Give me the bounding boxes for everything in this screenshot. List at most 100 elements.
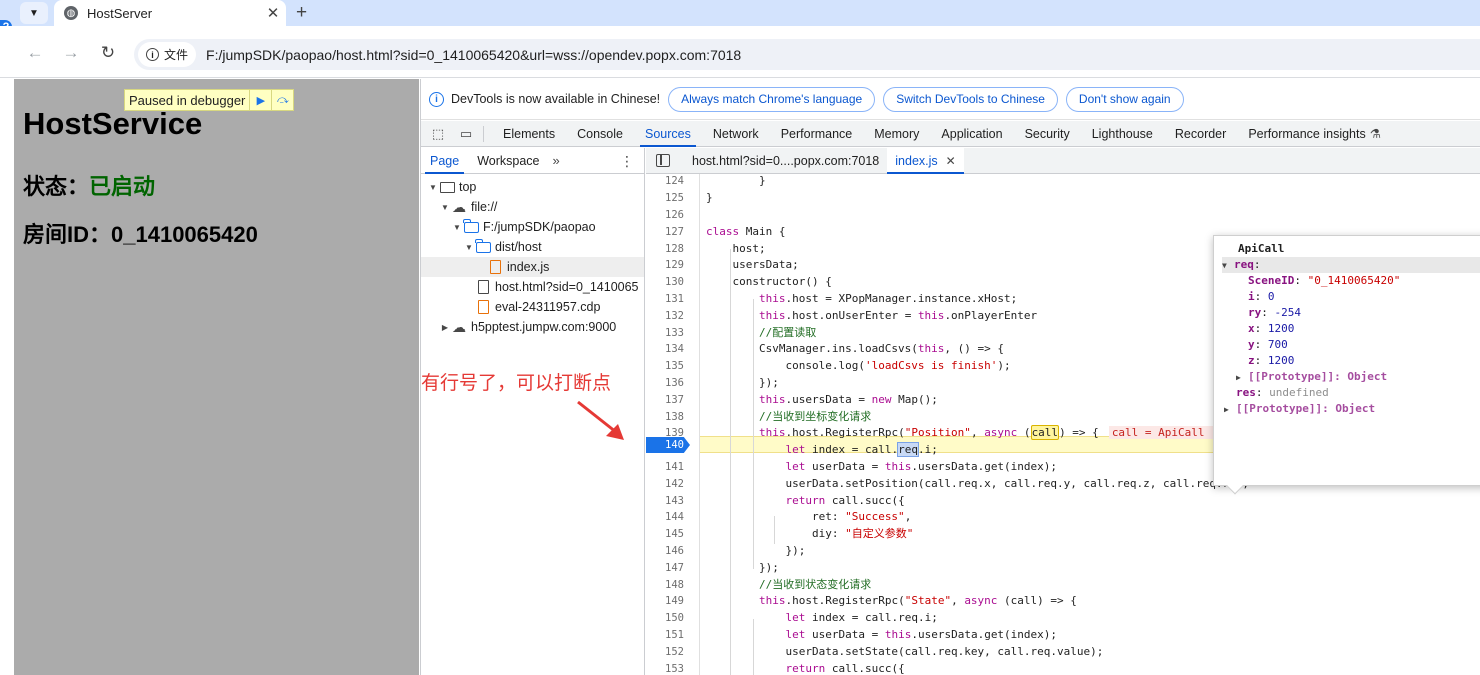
editor-tab-host-html[interactable]: host.html?sid=0....popx.com:7018 <box>684 148 887 174</box>
browser-toolbar: ← → ↻ i 文件 F:/jumpSDK/paopao/host.html?s… <box>0 26 1480 78</box>
line-number[interactable]: 130 <box>646 274 684 291</box>
site-info-chip[interactable]: i 文件 <box>138 42 197 67</box>
new-tab-button[interactable]: + <box>296 2 307 24</box>
resume-button[interactable]: ▶︎ <box>249 90 271 110</box>
navigator-tabs: Page Workspace » ⋮ <box>421 148 644 174</box>
line-number[interactable]: 135 <box>646 358 684 375</box>
switch-chinese-button[interactable]: Switch DevTools to Chinese <box>883 86 1058 112</box>
tab-memory[interactable]: Memory <box>863 121 930 147</box>
tree-node-folder-dist-host[interactable]: ▼ dist/host <box>421 237 644 257</box>
match-language-button[interactable]: Always match Chrome's language <box>668 86 876 112</box>
code-line: let userData = this.usersData.get(index)… <box>785 628 1058 641</box>
language-infobar: i DevTools is now available in Chinese! … <box>421 79 1480 120</box>
file-icon <box>475 280 491 294</box>
line-number[interactable]: 147 <box>646 560 684 577</box>
tree-node-index-js[interactable]: index.js <box>421 257 644 277</box>
inspect-element-icon[interactable]: ⬚ <box>427 125 449 143</box>
line-number[interactable]: 126 <box>646 207 684 224</box>
resume-icon: ▶︎ <box>256 94 266 107</box>
breakpoint-marker[interactable]: 140 <box>646 437 690 453</box>
infobar-message: DevTools is now available in Chinese! <box>451 92 661 106</box>
nav-tab-workspace[interactable]: Workspace <box>468 148 548 174</box>
line-number[interactable]: 132 <box>646 308 684 325</box>
step-over-button[interactable]: ⤼ <box>271 90 293 110</box>
editor-tab-index-js[interactable]: index.js ✕ <box>887 147 965 174</box>
line-number[interactable]: 150 <box>646 610 684 627</box>
tree-node-top[interactable]: ▼ top <box>421 177 644 197</box>
file-icon <box>487 260 503 274</box>
tree-node-eval-cdp[interactable]: eval-24311957.cdp <box>421 297 644 317</box>
more-tabs-icon[interactable]: » <box>553 153 560 168</box>
tab-lighthouse[interactable]: Lighthouse <box>1081 121 1164 147</box>
cloud-icon: ☁ <box>452 319 466 335</box>
code-line: let userData = this.usersData.get(index)… <box>785 460 1058 473</box>
close-icon[interactable]: ✕ <box>946 154 956 168</box>
tab-sources[interactable]: Sources <box>634 121 702 147</box>
arrow-right-icon: → <box>62 43 80 62</box>
nav-tab-page[interactable]: Page <box>421 148 468 174</box>
line-number[interactable]: 133 <box>646 325 684 342</box>
tree-label: h5pptest.jumpw.com:9000 <box>471 320 617 334</box>
line-number[interactable]: 149 <box>646 593 684 610</box>
popover-row-prototype[interactable]: ▶ [[Prototype]]: Object <box>1222 369 1480 385</box>
cloud-icon: ☁ <box>452 199 466 215</box>
line-number[interactable]: 148 <box>646 577 684 594</box>
line-number[interactable]: 151 <box>646 627 684 644</box>
tab-performance[interactable]: Performance <box>770 121 864 147</box>
line-number[interactable]: 145 <box>646 526 684 543</box>
tree-node-host-html[interactable]: host.html?sid=0_1410065 <box>421 277 644 297</box>
code-line: usersData; <box>706 258 799 271</box>
line-number[interactable]: 129 <box>646 257 684 274</box>
line-number[interactable]: 131 <box>646 291 684 308</box>
line-number[interactable]: 144 <box>646 509 684 526</box>
dont-show-again-button[interactable]: Don't show again <box>1065 86 1184 112</box>
tab-elements[interactable]: Elements <box>492 121 566 147</box>
kebab-menu-icon[interactable]: ⋮ <box>620 153 634 170</box>
popover-row-prototype[interactable]: ▶ [[Prototype]]: Object <box>1222 401 1480 417</box>
line-number[interactable]: 152 <box>646 644 684 661</box>
line-number[interactable]: 141 <box>646 459 684 476</box>
line-number[interactable]: 143 <box>646 493 684 510</box>
line-number[interactable]: 136 <box>646 375 684 392</box>
line-number[interactable]: 153 <box>646 661 684 675</box>
tab-search-button[interactable]: ▼ <box>20 2 48 24</box>
tab-application[interactable]: Application <box>930 121 1013 147</box>
tab-performance-insights[interactable]: Performance insights ⚗ <box>1237 121 1392 147</box>
tree-node-folder-paopao[interactable]: ▼ F:/jumpSDK/paopao <box>421 217 644 237</box>
line-number[interactable]: 124 <box>646 174 684 190</box>
line-number[interactable]: 127 <box>646 224 684 241</box>
line-number[interactable]: 138 <box>646 409 684 426</box>
device-toolbar-icon[interactable]: ▭ <box>455 125 477 143</box>
address-bar[interactable]: i 文件 F:/jumpSDK/paopao/host.html?sid=0_1… <box>134 39 1480 70</box>
tab-security[interactable]: Security <box>1014 121 1081 147</box>
globe-icon: ◍ <box>64 6 78 20</box>
toggle-navigator-icon[interactable] <box>656 154 670 167</box>
tab-network[interactable]: Network <box>702 121 770 147</box>
forward-button[interactable]: → <box>58 40 84 66</box>
popover-row-req[interactable]: ▼ req: <box>1222 257 1480 273</box>
code-line: ret: "Success", <box>706 510 912 523</box>
code-line: userData.setPosition(call.req.x, call.re… <box>706 477 1250 490</box>
line-number[interactable]: 134 <box>646 341 684 358</box>
code-line: diy: "自定义参数" <box>706 527 914 540</box>
url-text[interactable]: F:/jumpSDK/paopao/host.html?sid=0_141006… <box>206 47 741 63</box>
tree-node-file-origin[interactable]: ▼ ☁ file:// <box>421 197 644 217</box>
tab-console[interactable]: Console <box>566 121 634 147</box>
variable-popover[interactable]: ApiCall ▼ req: SceneID: "0_1410065420" i:… <box>1213 235 1480 495</box>
line-number[interactable]: 125 <box>646 190 684 207</box>
reload-icon: ↻ <box>100 43 116 62</box>
tab-recorder[interactable]: Recorder <box>1164 121 1237 147</box>
tree-label: top <box>459 180 477 194</box>
close-tab-icon[interactable]: ✕ <box>264 4 282 22</box>
back-button[interactable]: ← <box>22 40 48 66</box>
annotation-text: 有行号了，可以打断点 <box>421 372 612 394</box>
browser-tab[interactable]: ◍ HostServer ✕ <box>54 0 286 26</box>
line-number[interactable]: 137 <box>646 392 684 409</box>
line-number[interactable]: 142 <box>646 476 684 493</box>
reload-button[interactable]: ↻ <box>95 40 121 66</box>
line-number[interactable]: 146 <box>646 543 684 560</box>
tree-node-h5pptest[interactable]: ▶ ☁ h5pptest.jumpw.com:9000 <box>421 317 644 337</box>
code-line: constructor() { <box>706 275 832 288</box>
code-line: return call.succ({ <box>785 494 905 507</box>
line-number[interactable]: 128 <box>646 241 684 258</box>
